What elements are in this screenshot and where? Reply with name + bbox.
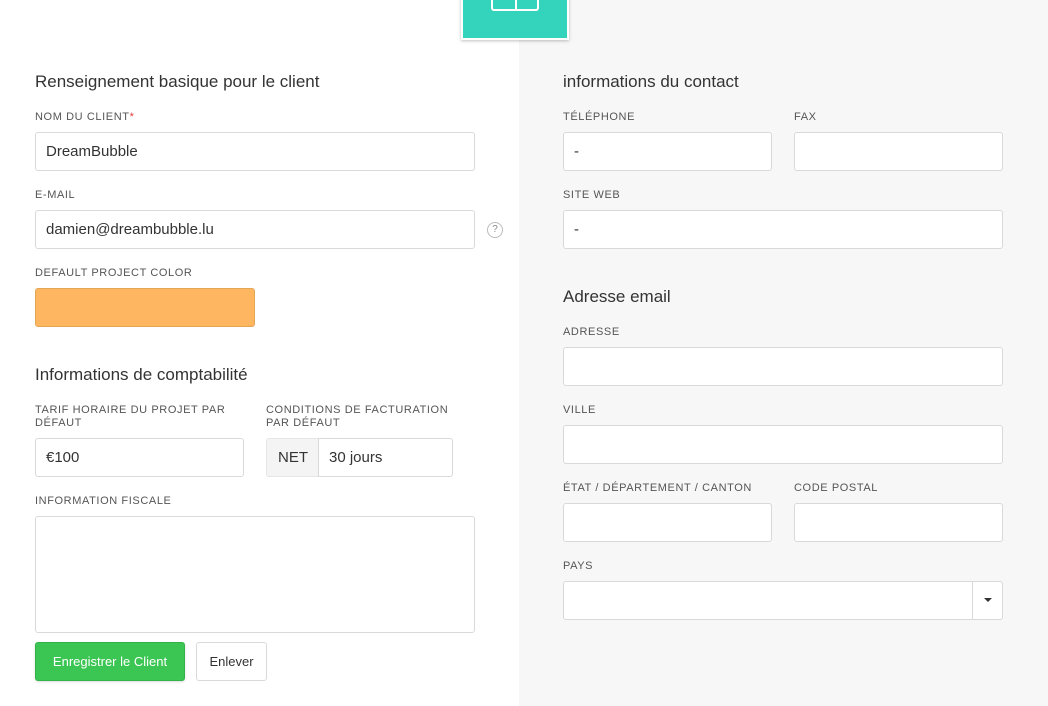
remove-button[interactable]: Enlever — [196, 642, 267, 681]
question-icon[interactable]: ? — [487, 222, 503, 238]
fax-input[interactable] — [794, 132, 1003, 171]
country-label: PAYS — [563, 560, 594, 572]
country-select[interactable] — [563, 581, 1003, 620]
state-label: ÉTAT / DÉPARTEMENT / CANTON — [563, 482, 752, 494]
accounting-heading: Informations de comptabilité — [35, 365, 248, 384]
phone-input[interactable] — [563, 132, 772, 171]
billing-terms-input[interactable] — [318, 438, 453, 477]
project-color-label: DEFAULT PROJECT COLOR — [35, 267, 193, 279]
client-name-label-text: NOM DU CLIENT — [35, 111, 130, 123]
contact-heading: informations du contact — [563, 72, 739, 91]
app-logo[interactable] — [461, 0, 569, 40]
email-label: E-MAIL — [35, 189, 76, 201]
state-input[interactable] — [563, 503, 772, 542]
email-input[interactable] — [35, 210, 475, 249]
tax-info-textarea[interactable] — [35, 516, 475, 633]
website-label: SITE WEB — [563, 189, 621, 201]
website-input[interactable] — [563, 210, 1003, 249]
basic-info-heading: Renseignement basique pour le client — [35, 72, 320, 91]
billing-terms-prefix: NET — [266, 438, 319, 477]
phone-label: TÉLÉPHONE — [563, 111, 636, 123]
save-client-button[interactable]: Enregistrer le Client — [35, 642, 185, 681]
project-color-picker[interactable] — [35, 288, 255, 327]
fax-label: FAX — [794, 111, 817, 123]
hourly-rate-label: TARIF HORAIRE DU PROJET PAR DÉFAUT — [35, 404, 226, 429]
client-name-label: NOM DU CLIENT* — [35, 111, 134, 124]
city-input[interactable] — [563, 425, 1003, 464]
zip-label: CODE POSTAL — [794, 482, 879, 494]
street-label: ADRESSE — [563, 326, 620, 338]
zip-input[interactable] — [794, 503, 1003, 542]
hourly-rate-input[interactable] — [35, 438, 244, 477]
client-name-input[interactable] — [35, 132, 475, 171]
tax-info-label: INFORMATION FISCALE — [35, 495, 172, 507]
billing-terms-label: CONDITIONS DE FACTURATION PAR DÉFAUT — [266, 404, 449, 429]
required-mark: * — [129, 111, 135, 123]
app-logo-icon — [491, 0, 539, 11]
country-dropdown-toggle[interactable] — [972, 582, 1002, 619]
city-label: VILLE — [563, 404, 596, 416]
street-input[interactable] — [563, 347, 1003, 386]
chevron-down-icon — [984, 598, 992, 602]
address-heading: Adresse email — [563, 287, 671, 306]
